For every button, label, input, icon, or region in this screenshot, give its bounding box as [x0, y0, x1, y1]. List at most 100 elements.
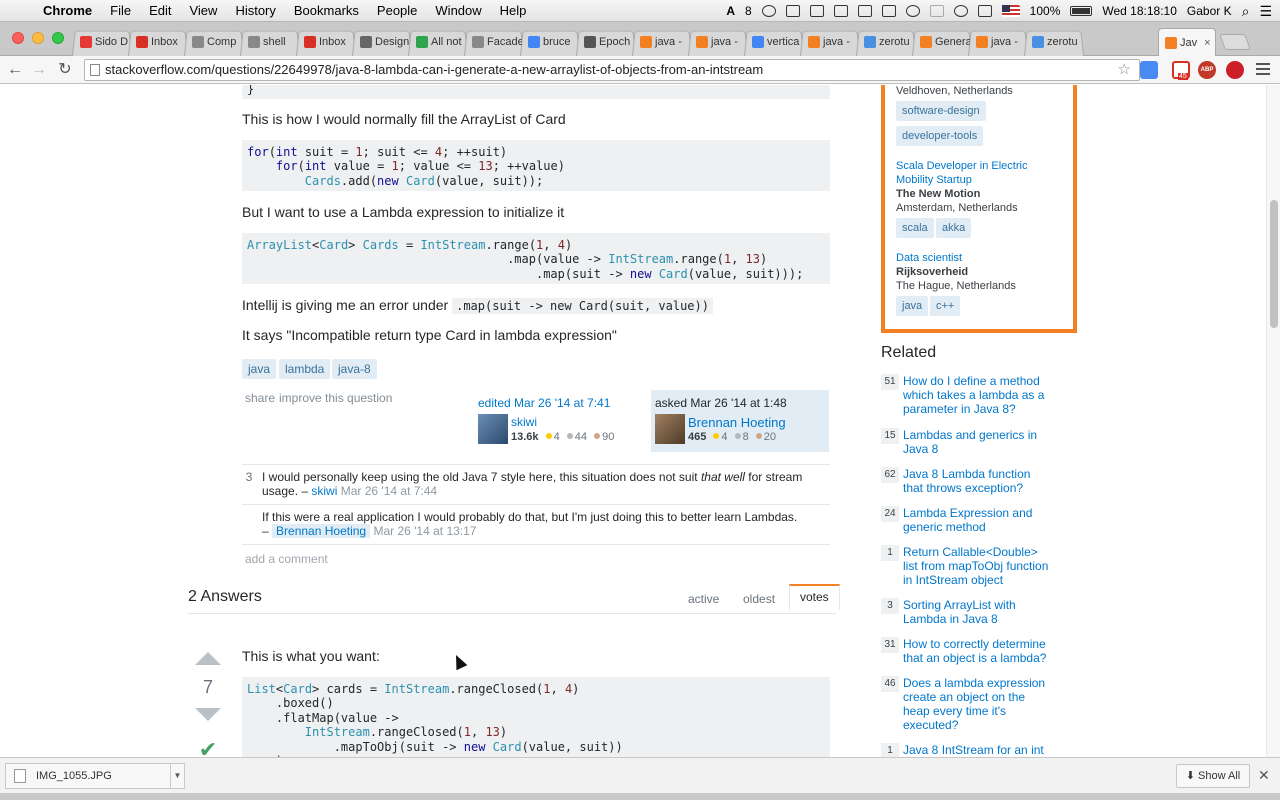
grid-icon[interactable]	[833, 5, 848, 17]
related-title[interactable]: Return Callable<Double> list from mapToO…	[903, 545, 1053, 587]
menu-help[interactable]: Help	[491, 3, 536, 18]
comment-user-op[interactable]: Brennan Hoeting	[272, 524, 371, 538]
back-button[interactable]: ←	[4, 60, 26, 80]
editor-avatar[interactable]	[478, 414, 508, 444]
job-tag[interactable]: software-design	[896, 101, 986, 121]
browser-tab[interactable]: Facade	[466, 28, 522, 56]
airplay-icon[interactable]	[881, 5, 896, 17]
related-title[interactable]: Does a lambda expression create an objec…	[903, 676, 1053, 732]
job-tag[interactable]: developer-tools	[896, 126, 984, 146]
forward-button[interactable]: →	[28, 60, 50, 80]
browser-tab[interactable]: bruce	[522, 28, 578, 56]
improve-question-link[interactable]: improve this question	[279, 391, 392, 405]
browser-tab[interactable]: java -	[634, 28, 690, 56]
translate-extension-icon[interactable]	[1140, 61, 1158, 79]
browser-tab[interactable]: Inbox	[130, 28, 186, 56]
glasses-icon[interactable]	[761, 5, 776, 17]
menu-window[interactable]: Window	[426, 3, 490, 18]
show-all-downloads-button[interactable]: ⬇ Show All	[1176, 764, 1250, 788]
related-title[interactable]: Sorting ArrayList with Lambda in Java 8	[903, 598, 1053, 626]
clipboard-icon[interactable]	[809, 5, 824, 17]
spotlight-search-icon[interactable]: ⌕	[1242, 3, 1250, 20]
menu-chrome[interactable]: Chrome	[34, 3, 101, 18]
menu-bookmarks[interactable]: Bookmarks	[285, 3, 368, 18]
browser-tab[interactable]: vertica	[746, 28, 802, 56]
browser-tab[interactable]: Epoch	[578, 28, 634, 56]
related-title[interactable]: Java 8 Lambda function that throws excep…	[903, 467, 1053, 495]
job-tag[interactable]: java	[896, 296, 929, 316]
plus-icon[interactable]	[857, 5, 872, 17]
asker-name[interactable]: Brennan Hoeting	[688, 415, 786, 430]
browser-tab[interactable]: Comp	[186, 28, 242, 56]
menu-people[interactable]: People	[368, 3, 426, 18]
download-options-chevron-icon[interactable]: ▼	[170, 764, 184, 788]
job-tag[interactable]: c++	[930, 296, 961, 316]
close-download-shelf-icon[interactable]: ✕	[1258, 767, 1270, 784]
dropbox-icon[interactable]	[785, 5, 800, 17]
zoom-window-button[interactable]	[52, 32, 64, 44]
job-tag[interactable]: scala	[896, 218, 934, 238]
browser-tab[interactable]: java -	[970, 28, 1026, 56]
share-link[interactable]: share	[245, 391, 275, 405]
adobe-icon[interactable]: A	[726, 4, 735, 18]
us-flag-input-icon[interactable]	[1001, 5, 1020, 17]
close-tab-icon[interactable]: ×	[1204, 37, 1210, 49]
tag-lambda[interactable]: lambda	[279, 359, 331, 379]
browser-tab[interactable]: Genera	[914, 28, 970, 56]
time-machine-icon[interactable]	[905, 5, 920, 17]
job-title[interactable]: Data scientist	[896, 251, 1056, 265]
browser-tab[interactable]: zerotu	[1026, 28, 1082, 56]
menu-view[interactable]: View	[180, 3, 226, 18]
add-comment-link[interactable]: add a comment	[245, 552, 328, 566]
comment-user[interactable]: skiwi	[311, 484, 337, 498]
minimize-window-button[interactable]	[32, 32, 44, 44]
comment-date[interactable]: Mar 26 '14 at 13:17	[373, 524, 476, 538]
address-bar[interactable]: stackoverflow.com/questions/22649978/jav…	[84, 59, 1140, 81]
comment-date[interactable]: Mar 26 '14 at 7:44	[341, 484, 437, 498]
menu-edit[interactable]: Edit	[140, 3, 180, 18]
close-window-button[interactable]	[12, 32, 24, 44]
editor-name[interactable]: skiwi	[511, 415, 537, 429]
chrome-menu-icon[interactable]	[1256, 63, 1270, 75]
upvote-button[interactable]	[195, 652, 221, 665]
related-title[interactable]: Java 8 IntStream for an int	[903, 743, 1053, 757]
menu-file[interactable]: File	[101, 3, 140, 18]
new-tab-button[interactable]	[1219, 34, 1251, 50]
browser-tab[interactable]: java -	[802, 28, 858, 56]
scrollbar-thumb[interactable]	[1270, 200, 1278, 328]
download-item[interactable]: IMG_1055.JPG ▼	[5, 763, 185, 789]
clock[interactable]: Wed 18:18:10	[1102, 4, 1177, 18]
browser-tab[interactable]: All not	[410, 28, 466, 56]
sort-tab-votes[interactable]: votes	[789, 584, 840, 610]
downvote-button[interactable]	[195, 708, 221, 721]
notification-center-icon[interactable]: ☰	[1259, 3, 1272, 20]
gmail-extension-icon[interactable]: 45	[1172, 61, 1190, 80]
tag-java[interactable]: java	[242, 359, 277, 379]
related-title[interactable]: Lambda Expression and generic method	[903, 506, 1053, 534]
browser-tab[interactable]: Design	[354, 28, 410, 56]
menu-history[interactable]: History	[226, 3, 284, 18]
job-tag[interactable]: akka	[936, 218, 972, 238]
related-title[interactable]: How do I define a method which takes a l…	[903, 374, 1053, 416]
related-title[interactable]: How to correctly determine that an objec…	[903, 637, 1053, 665]
active-tab[interactable]: Jav ×	[1158, 28, 1216, 57]
user-name[interactable]: Gabor K	[1187, 4, 1232, 18]
tag-java-8[interactable]: java-8	[332, 359, 377, 379]
edited-time[interactable]: edited Mar 26 '14 at 7:41	[478, 396, 610, 410]
sort-tab-active[interactable]: active	[688, 592, 719, 606]
browser-tab[interactable]: zerotu	[858, 28, 914, 56]
job-title[interactable]: Scala Developer in Electric Mobility Sta…	[896, 159, 1056, 187]
browser-tab[interactable]: Inbox	[298, 28, 354, 56]
volume-icon[interactable]	[977, 5, 992, 17]
browser-tab[interactable]: Sido D	[74, 28, 130, 56]
page-scrollbar[interactable]	[1266, 85, 1280, 757]
sort-tab-oldest[interactable]: oldest	[743, 592, 775, 606]
related-title[interactable]: Lambdas and generics in Java 8	[903, 428, 1053, 456]
browser-tab[interactable]: shell	[242, 28, 298, 56]
adblock-plus-icon[interactable]: ABP	[1198, 61, 1216, 79]
browser-tab[interactable]: java -	[690, 28, 746, 56]
pinterest-icon[interactable]	[1226, 61, 1244, 79]
bluetooth-icon[interactable]	[929, 5, 944, 17]
asker-avatar[interactable]	[655, 414, 685, 444]
bookmark-star-icon[interactable]: ☆	[1118, 60, 1131, 80]
